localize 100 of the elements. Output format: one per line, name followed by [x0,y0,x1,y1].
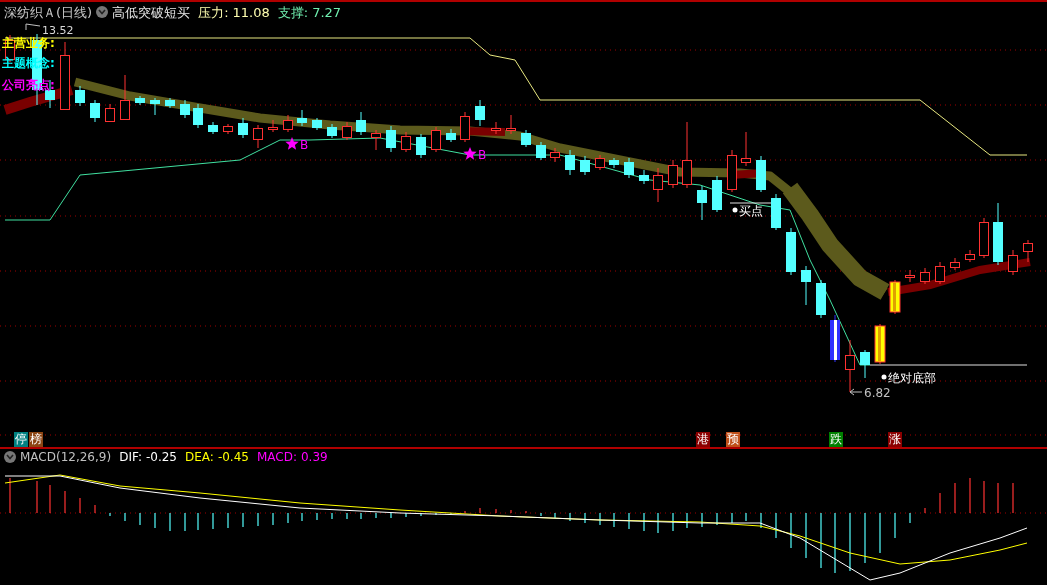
signal-tag: 涨 [888,432,902,447]
candlestick [950,257,960,271]
signal-tag: 停 [14,432,28,447]
candlestick [979,217,989,259]
star-icon [463,147,477,160]
candlestick [193,103,203,129]
candlestick [727,149,737,193]
candlestick [595,154,605,171]
dea-value: -0.45 [217,449,249,465]
candlestick [1023,239,1033,263]
pressure-value: 11.08 [232,3,270,22]
candlestick [460,111,470,143]
buy-line [729,202,773,204]
candlestick [491,121,501,135]
high-price-label: 13.52 [42,24,74,37]
candlestick [1008,249,1018,276]
candlestick [253,124,263,149]
candlestick [609,157,619,169]
star-icon [285,137,299,150]
candlestick [624,157,634,179]
candlestick [327,123,337,139]
signal-tag: 港 [696,432,710,447]
dot-icon [881,374,887,380]
candlestick [120,74,130,121]
candlestick [580,155,590,176]
candlestick [180,99,190,119]
candlestick [268,119,278,133]
candlestick [521,129,531,148]
candlestick [386,125,396,153]
candlestick [653,167,663,203]
candlestick [712,175,722,213]
dea-label: DEA: [185,449,214,465]
indicator-name: 高低突破短买 [112,3,191,22]
dot-icon [732,207,738,213]
arrow-icon [849,388,863,396]
candlestick [565,149,575,176]
arrow-icon [25,23,41,31]
candlestick [238,117,248,139]
candlestick [845,339,855,393]
candlestick [536,141,546,161]
stock-name: 深纺织Ａ(日线) [4,3,93,22]
candlestick [786,227,796,276]
candlestick [60,41,70,111]
candlestick [312,117,322,131]
signal-label: 绝对底部 [888,371,936,385]
candlestick [697,185,707,221]
candlestick [993,202,1003,266]
candlestick [920,267,930,285]
candlestick [682,121,692,189]
signal-tag: 榜 [29,432,43,447]
candlestick [90,99,100,123]
signal-label: 买点 [739,204,763,218]
pressure-label: 压力: [198,3,229,22]
signal-label: B [300,138,309,152]
dif-label: DIF: [119,449,142,465]
dif-value: -0.25 [145,449,177,465]
candlestick [506,114,516,135]
support-value: 7.27 [312,3,342,22]
candlestick [431,126,441,153]
candlestick [801,265,811,306]
dropdown-icon[interactable] [4,451,16,463]
candlestick [135,95,145,106]
signal-label: B [478,148,487,162]
candlestick [668,159,678,189]
candlestick [416,133,426,159]
signal-tag: 跌 [829,432,843,447]
candlestick [905,269,915,283]
candlestick [816,279,826,319]
candlestick [446,128,456,143]
candlestick [356,111,366,136]
candlestick [771,193,781,231]
candlestick [874,323,886,365]
candlestick [75,85,85,107]
candlestick [105,103,115,123]
candlestick [475,99,485,127]
macd-value: 0.39 [300,449,328,465]
candlestick [208,121,218,135]
candlestick [639,169,649,185]
candlestick [401,131,411,153]
low-price-label: 6.82 [864,386,891,400]
macd-label: MACD: [256,449,297,465]
macd-title: MACD(12,26,9) [20,449,112,465]
candlestick [935,261,945,285]
candlestick [860,349,870,379]
candlestick [741,131,751,167]
signal-tag: 预 [726,432,740,447]
candlestick [223,123,233,135]
candlestick [297,109,307,127]
candlestick [150,97,160,116]
support-label: 支撑: [277,3,309,22]
candlestick [756,155,766,193]
candlestick [165,97,175,109]
candlestick [550,147,560,163]
candlestick [830,314,840,363]
candlestick [283,114,293,133]
candlestick [342,121,352,141]
candlestick [371,129,381,151]
dropdown-icon[interactable] [96,6,109,18]
candlestick [889,279,901,315]
candlestick [965,249,975,263]
